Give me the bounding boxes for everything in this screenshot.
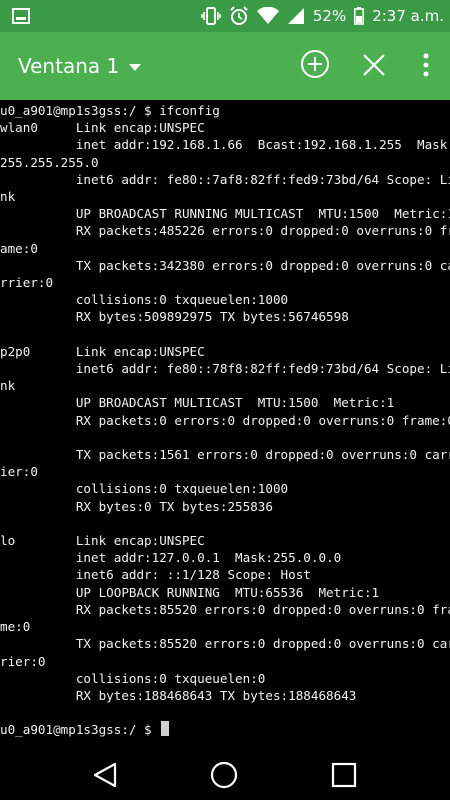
terminal-line: nk xyxy=(0,189,16,205)
battery-text: 52% xyxy=(312,7,347,25)
close-window-button[interactable] xyxy=(361,52,387,82)
terminal-line: UP LOOPBACK RUNNING MTU:65536 Metric:1 xyxy=(75,584,380,600)
vibrate-icon xyxy=(201,7,221,25)
home-icon xyxy=(210,761,238,789)
recents-icon xyxy=(331,762,357,788)
terminal-line: lo Link encap:UNSPEC xyxy=(0,533,205,549)
terminal-line: rrier:0 xyxy=(0,275,54,291)
terminal-line: collisions:0 txqueuelen:1000 xyxy=(75,292,289,308)
chevron-down-icon xyxy=(129,63,142,71)
status-bar: 52% 2:37 a.m. xyxy=(0,0,450,32)
terminal-line: ier:0 xyxy=(0,464,38,480)
terminal-line: TX packets:85520 errors:0 dropped:0 over… xyxy=(75,636,450,652)
overflow-menu-icon xyxy=(423,53,429,77)
terminal-line: inet addr:127.0.0.1 Mask:255.0.0.0 xyxy=(75,550,342,566)
back-button[interactable] xyxy=(91,761,119,793)
terminal-line: inet6 addr: fe80::7af8:82ff:fed9:73bd/64… xyxy=(75,171,450,187)
terminal-line: RX packets:0 errors:0 dropped:0 overruns… xyxy=(75,412,450,428)
signal-icon xyxy=(287,7,305,25)
terminal-line: TX packets:1561 errors:0 dropped:0 overr… xyxy=(75,447,450,463)
terminal-prompt: u0_a901@mp1s3gss:/ $ xyxy=(0,722,160,738)
terminal-line: RX packets:85520 errors:0 dropped:0 over… xyxy=(75,601,450,617)
clock: 2:37 a.m. xyxy=(372,7,444,25)
image-icon xyxy=(12,8,30,24)
terminal-line: rier:0 xyxy=(0,653,46,669)
terminal-line: collisions:0 txqueuelen:0 xyxy=(75,670,266,686)
terminal-line: TX packets:342380 errors:0 dropped:0 ove… xyxy=(75,257,450,273)
terminal-output: u0_a901@mp1s3gss:/ $ ifconfig wlan0 Link… xyxy=(0,102,450,739)
add-window-icon xyxy=(301,50,329,78)
terminal-line: inet6 addr: ::1/128 Scope: Host xyxy=(75,567,311,583)
terminal-line: ame:0 xyxy=(0,240,38,256)
recents-button[interactable] xyxy=(331,762,357,792)
terminal-view[interactable]: u0_a901@mp1s3gss:/ $ ifconfig wlan0 Link… xyxy=(0,100,450,750)
terminal-line: inet addr:192.168.1.66 Bcast:192.168.1.2… xyxy=(75,137,450,153)
navigation-bar xyxy=(0,750,450,800)
terminal-cursor xyxy=(161,721,170,737)
overflow-menu-button[interactable] xyxy=(421,52,431,82)
back-icon xyxy=(93,762,117,788)
app-bar: Ventana 1 xyxy=(0,32,450,100)
terminal-line: RX bytes:0 TX bytes:255836 xyxy=(75,498,273,514)
terminal-line: UP BROADCAST RUNNING MULTICAST MTU:1500 … xyxy=(75,206,450,222)
terminal-line: inet6 addr: fe80::78f8:82ff:fed9:73bd/64… xyxy=(75,361,450,377)
terminal-line: collisions:0 txqueuelen:1000 xyxy=(75,481,289,497)
window-title: Ventana 1 xyxy=(18,54,120,78)
battery-icon xyxy=(354,7,365,25)
terminal-line: nk xyxy=(0,378,16,394)
terminal-line: me:0 xyxy=(0,619,31,635)
terminal-line: u0_a901@mp1s3gss:/ $ ifconfig xyxy=(0,103,220,118)
alarm-icon xyxy=(229,6,249,26)
wifi-icon xyxy=(256,7,279,25)
terminal-line: RX bytes:188468643 TX bytes:188468643 xyxy=(75,687,357,703)
add-window-button[interactable] xyxy=(300,49,330,83)
close-window-icon xyxy=(363,54,385,76)
window-selector[interactable]: Ventana 1 xyxy=(18,54,142,78)
terminal-line: RX bytes:509892975 TX bytes:56746598 xyxy=(75,309,349,325)
terminal-line: p2p0 Link encap:UNSPEC xyxy=(0,343,205,359)
terminal-line: UP BROADCAST MULTICAST MTU:1500 Metric:1 xyxy=(75,395,395,411)
terminal-line: RX packets:485226 errors:0 dropped:0 ove… xyxy=(75,223,450,239)
terminal-line: 255.255.255.0 xyxy=(0,154,99,170)
home-button[interactable] xyxy=(210,761,238,793)
terminal-line: wlan0 Link encap:UNSPEC xyxy=(0,120,205,136)
status-icons: 52% 2:37 a.m. xyxy=(201,0,444,32)
